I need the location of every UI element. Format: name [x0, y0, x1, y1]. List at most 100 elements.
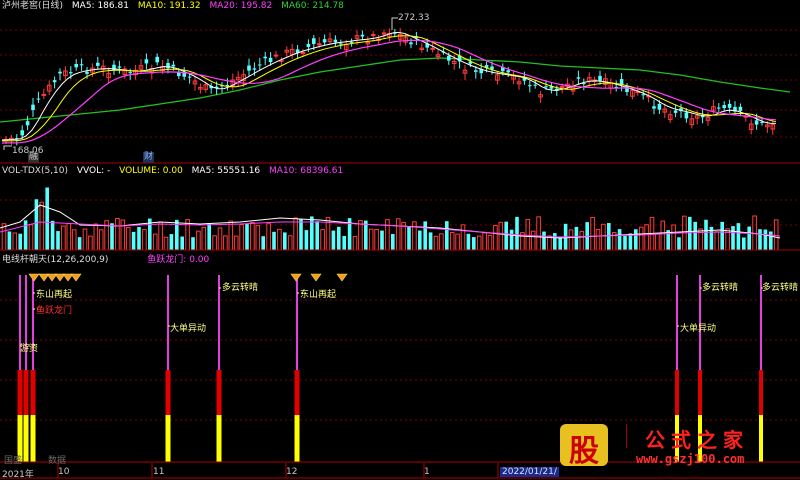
candle-body: [738, 106, 743, 111]
signal-bar-red: [294, 370, 300, 415]
candle-body: [252, 68, 257, 70]
stock-name[interactable]: 泸州老窖(日线): [2, 1, 63, 11]
date-label-nov: 11: [153, 467, 165, 477]
signal-bar-yellow: [216, 415, 222, 462]
ma20-curve: [1, 39, 777, 144]
event-tag-margin[interactable]: 融: [28, 152, 40, 163]
event-tag-finance[interactable]: 财: [143, 152, 155, 163]
volume-bar: [56, 231, 60, 250]
volume-bar: [509, 229, 514, 250]
candle-body: [528, 85, 532, 87]
candle-body: [576, 77, 581, 79]
candle-body: [112, 64, 116, 71]
signal-bar-red: [165, 370, 171, 415]
volume-bar: [644, 224, 649, 251]
volume-bar: [449, 232, 455, 251]
volume-bar: [655, 232, 660, 251]
date-cursor-label[interactable]: 2022/01/21/: [500, 467, 559, 477]
candle-body: [684, 112, 689, 119]
volume-bar: [472, 237, 476, 250]
brand-logo-char: 股: [569, 434, 599, 469]
volume-bar: [217, 227, 223, 251]
vvol-value: VVOL: -: [76, 166, 111, 176]
volume-bar: [152, 233, 158, 251]
volume-bar: [747, 226, 751, 250]
candle-body: [641, 94, 645, 96]
volume-bar: [455, 233, 460, 251]
brand-name-box: 公式之家: [626, 424, 781, 452]
volume-bar: [536, 216, 541, 251]
candle-body: [144, 59, 149, 64]
candle-body: [155, 56, 159, 63]
candle-body: [754, 120, 759, 125]
candle-body: [25, 121, 30, 126]
volume-bar: [671, 224, 676, 251]
volume-title[interactable]: VOL-TDX(5,10): [2, 166, 68, 176]
volume-bar: [595, 228, 601, 251]
stock-chart[interactable]: [0, 0, 800, 480]
volume-bar: [579, 230, 585, 251]
candle-body: [722, 105, 726, 109]
volume-bar: [638, 226, 644, 251]
volume-bar: [773, 219, 779, 251]
candle-body: [506, 70, 510, 73]
volume-bar: [180, 236, 184, 250]
signal-bar-yellow: [23, 415, 29, 462]
volume-bar: [704, 219, 708, 250]
candle-body: [263, 56, 267, 59]
volume-bar: [418, 230, 422, 250]
brand-url[interactable]: www.gszj100.com: [636, 452, 744, 466]
volume-bar: [310, 216, 314, 250]
volume-bar: [590, 216, 595, 251]
volume-bar: [688, 216, 692, 250]
brand-logo-icon: 股: [560, 424, 608, 469]
candle-body: [360, 34, 365, 37]
candle-body: [258, 64, 262, 66]
volume-bar: [628, 233, 633, 250]
signal-bar-yellow: [294, 415, 300, 462]
volume-bar: [142, 229, 147, 251]
candle-body: [128, 72, 132, 74]
volume-bar: [223, 235, 228, 251]
annotation-dongshan-2: 东山再起: [300, 290, 337, 300]
volume-bar: [714, 231, 720, 251]
candle-body: [247, 65, 251, 71]
signal-bar-red: [698, 370, 702, 415]
volume-panel-header: VOL-TDX(5,10) VVOL: - VOLUME: 0.00 MA5: …: [2, 166, 349, 177]
volume-bar: [98, 229, 104, 251]
volume-bar: [677, 237, 681, 250]
volume-bar: [623, 236, 627, 250]
volume-bar: [525, 219, 531, 251]
volume-bar: [287, 235, 293, 251]
candle-body: [430, 47, 435, 50]
annotation-duoyun-3: 多云转晴: [762, 283, 799, 293]
volume-bar: [337, 226, 341, 250]
indicator-title[interactable]: 电线杆朝天(12,26,200,9): [2, 255, 108, 265]
volume-bar: [763, 229, 768, 250]
candle-body: [31, 104, 35, 111]
volume-bar: [487, 234, 493, 251]
volume-bar: [250, 221, 255, 251]
volume-bar: [547, 235, 552, 251]
volume-bar: [110, 223, 114, 250]
candle-body: [306, 43, 311, 47]
volume-bar: [320, 229, 325, 251]
candle-body: [312, 38, 316, 44]
volume-bar: [769, 231, 773, 250]
candle-body: [79, 64, 84, 66]
candle-body: [117, 66, 122, 68]
indicator-panel-header: 电线杆朝天(12,26,200,9) 鱼跃龙门: 0.00: [2, 255, 215, 266]
volume-bar: [380, 230, 384, 250]
candle-body: [474, 70, 478, 72]
volume-bar: [504, 221, 508, 250]
candle-body: [333, 39, 338, 43]
volume-bar: [364, 220, 368, 250]
volume-bar: [39, 201, 45, 251]
date-label-jan: 1: [424, 467, 430, 477]
ma10-curve: [1, 35, 777, 142]
volume-bar: [460, 224, 466, 251]
volume-value: VOLUME: 0.00: [119, 166, 183, 176]
signal-bar-yellow: [165, 415, 171, 462]
volume-bar: [115, 218, 120, 251]
annotation-yuyue: 鱼跃龙门: [36, 306, 73, 316]
